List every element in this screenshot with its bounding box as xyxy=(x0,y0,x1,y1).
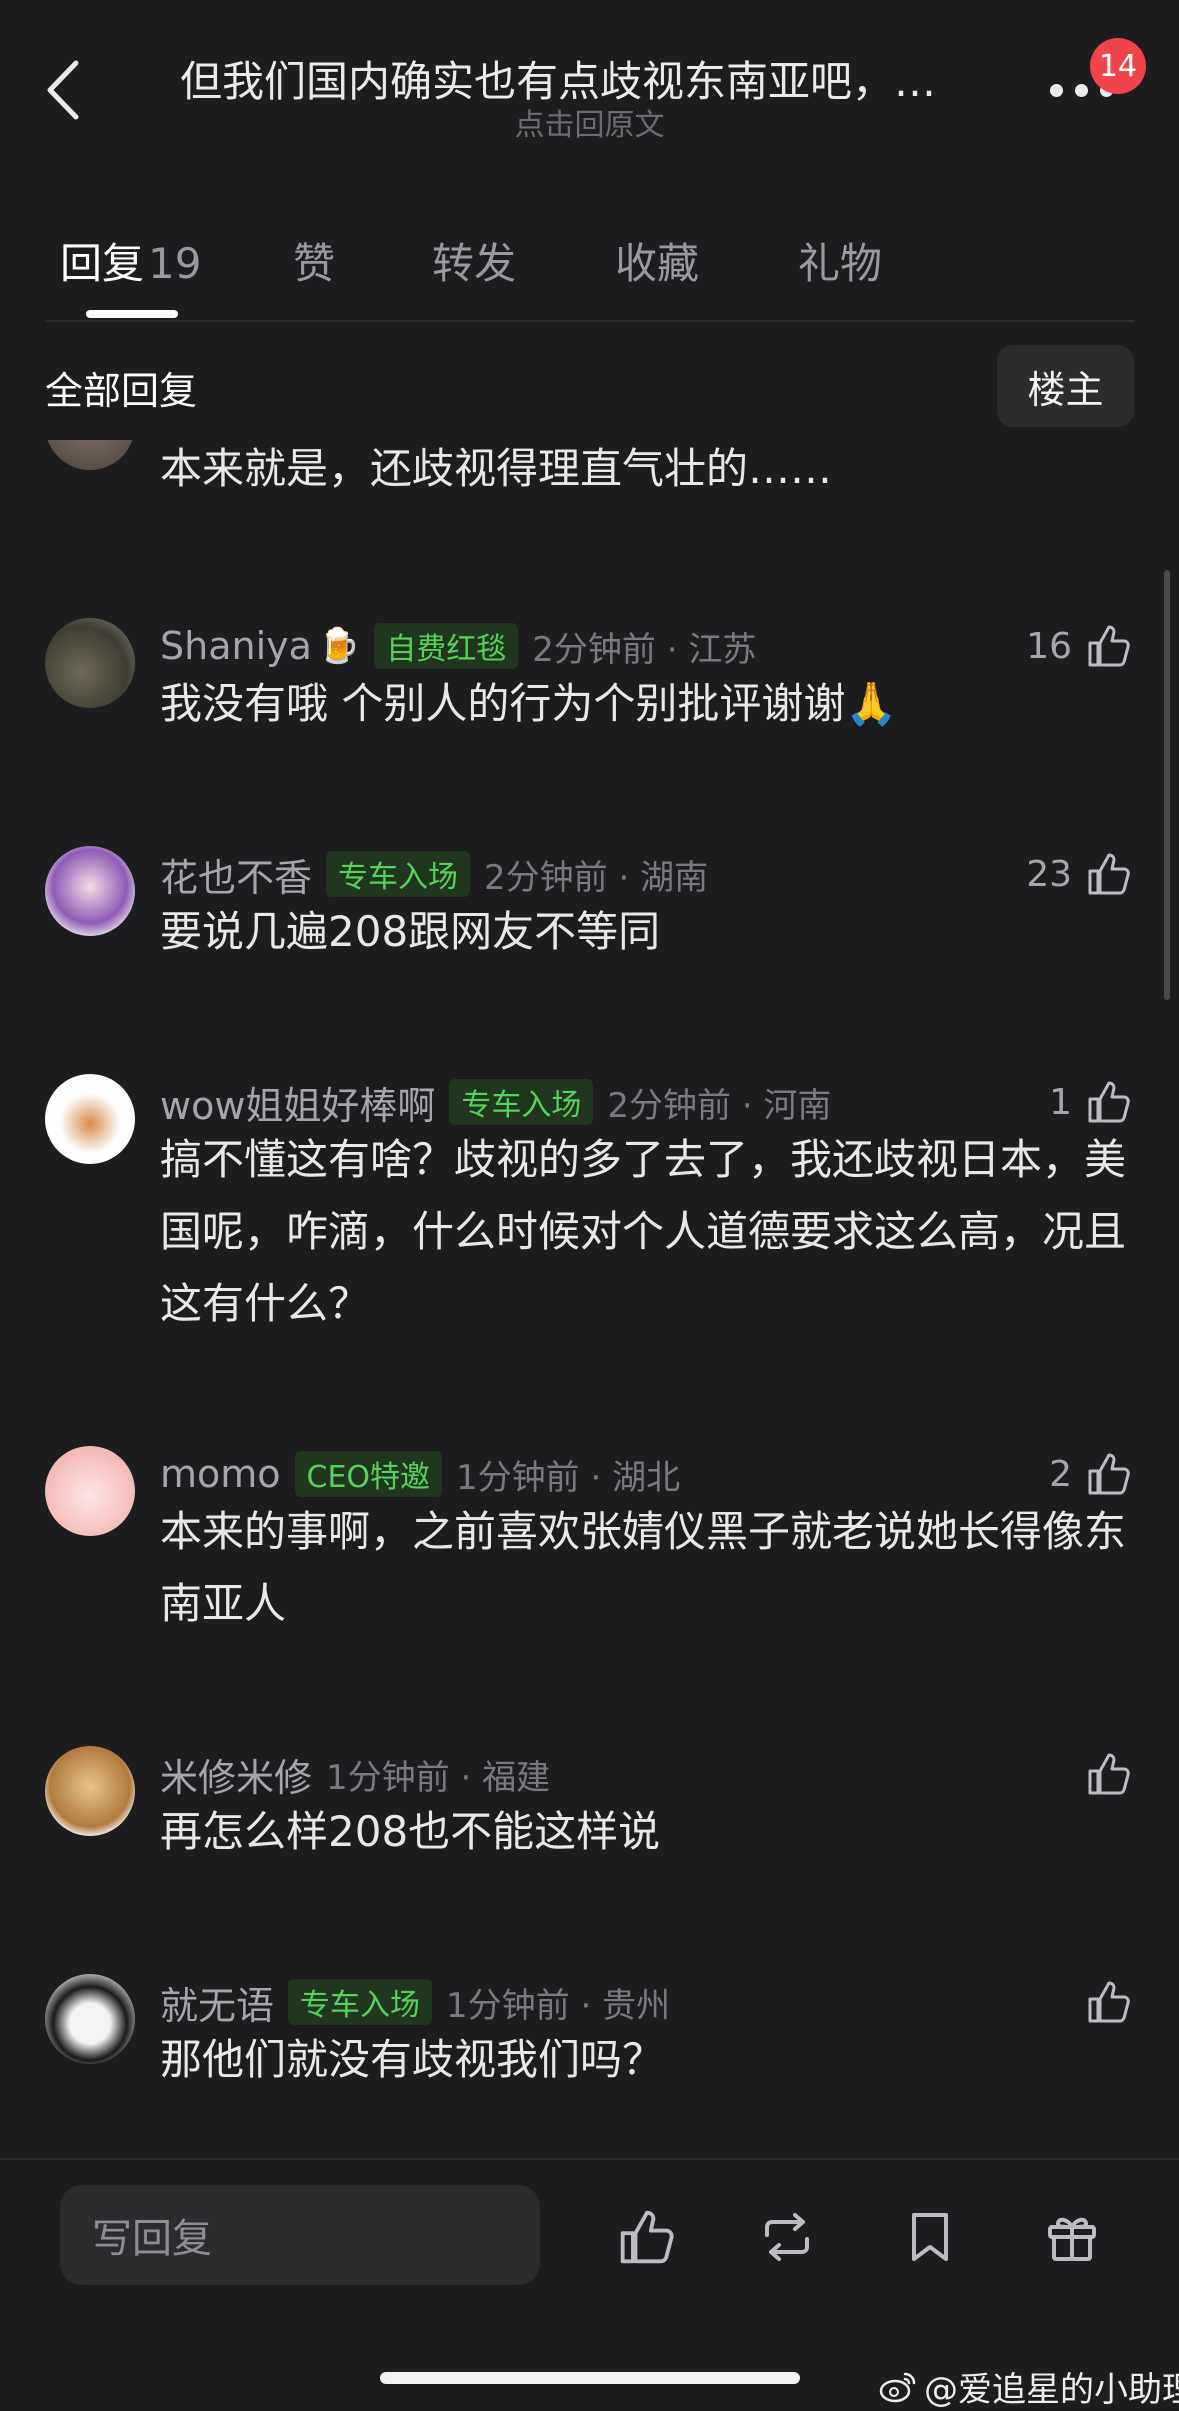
watermark: @爱追星的小助理 xyxy=(878,2362,1179,2411)
view-original-link[interactable]: 点击回原文 xyxy=(0,100,1179,144)
header: 但我们国内确实也有点歧视东南亚吧，… 点击回原文 14 xyxy=(0,0,1179,160)
thumbs-up-icon xyxy=(1088,1081,1130,1123)
tab-reposts[interactable]: 转发 xyxy=(432,230,516,291)
timestamp-location: 2分钟前 · 湖南 xyxy=(484,857,709,898)
timestamp-location: 1分钟前 · 福建 xyxy=(326,1757,551,1798)
user-tag[interactable]: 自费红毯 xyxy=(374,623,519,669)
beer-icon: 🍺 xyxy=(317,626,361,666)
username[interactable]: wow姐姐好棒啊 xyxy=(160,1075,435,1130)
avatar[interactable] xyxy=(45,1446,135,1536)
tab-gifts[interactable]: 礼物 xyxy=(798,230,882,291)
comment-text: 再怎么样208也不能这样说 xyxy=(160,1807,661,1856)
like-count: 23 xyxy=(1026,853,1072,895)
divider xyxy=(0,2158,1179,2160)
comment-text: 那他们就没有歧视我们吗？ xyxy=(160,2035,665,2084)
watermark-text: @爱追星的小助理 xyxy=(924,2370,1179,2410)
thumbs-up-icon xyxy=(1088,853,1130,895)
home-indicator[interactable] xyxy=(380,2372,800,2384)
comment-text: 要说几遍208跟网友不等同 xyxy=(160,907,661,956)
like-action-button[interactable] xyxy=(615,2205,679,2269)
thumbs-up-icon xyxy=(1088,1981,1130,2023)
timestamp-location: 2分钟前 · 河南 xyxy=(607,1085,832,1126)
tab-likes[interactable]: 赞 xyxy=(293,230,335,291)
comment-text: 搞不懂这有啥？歧视的多了去了，我还歧视日本，美国呢，咋滴，什么时候对个人道德要求… xyxy=(160,1135,1127,1328)
tab-replies[interactable]: 回复19 xyxy=(60,230,201,291)
comment-text: 我没有哦 个别人的行为个别批评谢谢🙏 xyxy=(160,679,898,728)
favorite-action-button[interactable] xyxy=(898,2205,962,2269)
op-filter-button[interactable]: 楼主 xyxy=(997,345,1134,427)
tab-label: 礼物 xyxy=(798,239,883,288)
avatar[interactable] xyxy=(45,1746,135,1836)
username[interactable]: 就无语 xyxy=(160,1975,274,2030)
user-tag[interactable]: 专车入场 xyxy=(288,1979,433,2025)
like-button[interactable]: 16 xyxy=(1026,618,1134,674)
like-count: 1 xyxy=(1049,1081,1072,1123)
divider xyxy=(45,320,1134,322)
like-button[interactable]: 1 xyxy=(1049,1074,1134,1130)
user-tag[interactable]: 专车入场 xyxy=(449,1079,594,1125)
tab-label: 回复 xyxy=(60,239,145,288)
bookmark-icon xyxy=(912,2213,948,2261)
more-icon-dot xyxy=(1050,83,1063,97)
thumbs-up-icon xyxy=(1088,1753,1130,1795)
comment-text: 本来就是，还歧视得理直气壮的…… xyxy=(160,444,833,493)
comment-meta: 米修米修 1分钟前 · 福建 xyxy=(160,1746,550,1802)
avatar[interactable] xyxy=(45,1974,135,2064)
comment-text: 本来的事啊，之前喜欢张婧仪黑子就老说她长得像东南亚人 xyxy=(160,1507,1127,1628)
avatar[interactable] xyxy=(45,618,135,708)
thumbs-up-icon xyxy=(620,2210,674,2264)
gift-icon xyxy=(1048,2217,1096,2261)
repost-action-button[interactable] xyxy=(755,2205,819,2269)
all-replies-label: 全部回复 xyxy=(45,369,198,413)
like-button[interactable] xyxy=(1072,1974,1134,2030)
weibo-logo-icon xyxy=(879,2372,916,2402)
comment-meta: Shaniya 🍺 自费红毯 2分钟前 · 江苏 xyxy=(160,618,756,674)
comment-list[interactable]: 本来就是，还歧视得理直气壮的…… Shaniya 🍺 自费红毯 2分钟前 · 江… xyxy=(0,440,1179,2160)
avatar[interactable] xyxy=(45,1074,135,1164)
tab-label: 收藏 xyxy=(615,239,700,288)
thumbs-up-icon xyxy=(1088,625,1130,667)
like-count: 2 xyxy=(1049,1453,1072,1495)
timestamp-location: 2分钟前 · 江苏 xyxy=(532,629,757,670)
gift-action-button[interactable] xyxy=(1040,2205,1104,2269)
comment-meta: 花也不香 专车入场 2分钟前 · 湖南 xyxy=(160,846,708,902)
tab-label: 赞 xyxy=(293,239,336,288)
active-tab-indicator xyxy=(86,310,178,318)
username[interactable]: 花也不香 xyxy=(160,847,312,902)
tab-favorites[interactable]: 收藏 xyxy=(615,230,699,291)
tab-label: 转发 xyxy=(432,239,517,288)
like-count: 16 xyxy=(1026,625,1072,667)
user-tag[interactable]: 专车入场 xyxy=(326,851,471,897)
like-button[interactable] xyxy=(1072,1746,1134,1802)
comment-meta: momo CEO特邀 1分钟前 · 湖北 xyxy=(160,1446,680,1502)
reply-input[interactable]: 写回复 xyxy=(60,2185,540,2285)
scrollbar[interactable] xyxy=(1164,570,1170,1000)
username[interactable]: momo xyxy=(160,1452,281,1496)
tab-bar: 回复19 赞 转发 收藏 礼物 xyxy=(0,210,1179,320)
notification-badge: 14 xyxy=(1090,38,1146,94)
like-button[interactable]: 2 xyxy=(1049,1446,1134,1502)
username[interactable]: Shaniya xyxy=(160,624,312,668)
timestamp-location: 1分钟前 · 湖北 xyxy=(456,1457,681,1498)
more-icon-dot xyxy=(1075,83,1088,97)
repost-icon xyxy=(765,2213,809,2261)
like-button[interactable]: 23 xyxy=(1026,846,1134,902)
thumbs-up-icon xyxy=(1088,1453,1130,1495)
avatar[interactable] xyxy=(45,846,135,936)
comment-meta: wow姐姐好棒啊 专车入场 2分钟前 · 河南 xyxy=(160,1074,831,1130)
tab-count: 19 xyxy=(148,239,202,288)
avatar[interactable] xyxy=(45,440,135,470)
username[interactable]: 米修米修 xyxy=(160,1747,312,1802)
user-tag[interactable]: CEO特邀 xyxy=(294,1451,443,1497)
comment-meta: 就无语 专车入场 1分钟前 · 贵州 xyxy=(160,1974,670,2030)
timestamp-location: 1分钟前 · 贵州 xyxy=(446,1985,671,2026)
